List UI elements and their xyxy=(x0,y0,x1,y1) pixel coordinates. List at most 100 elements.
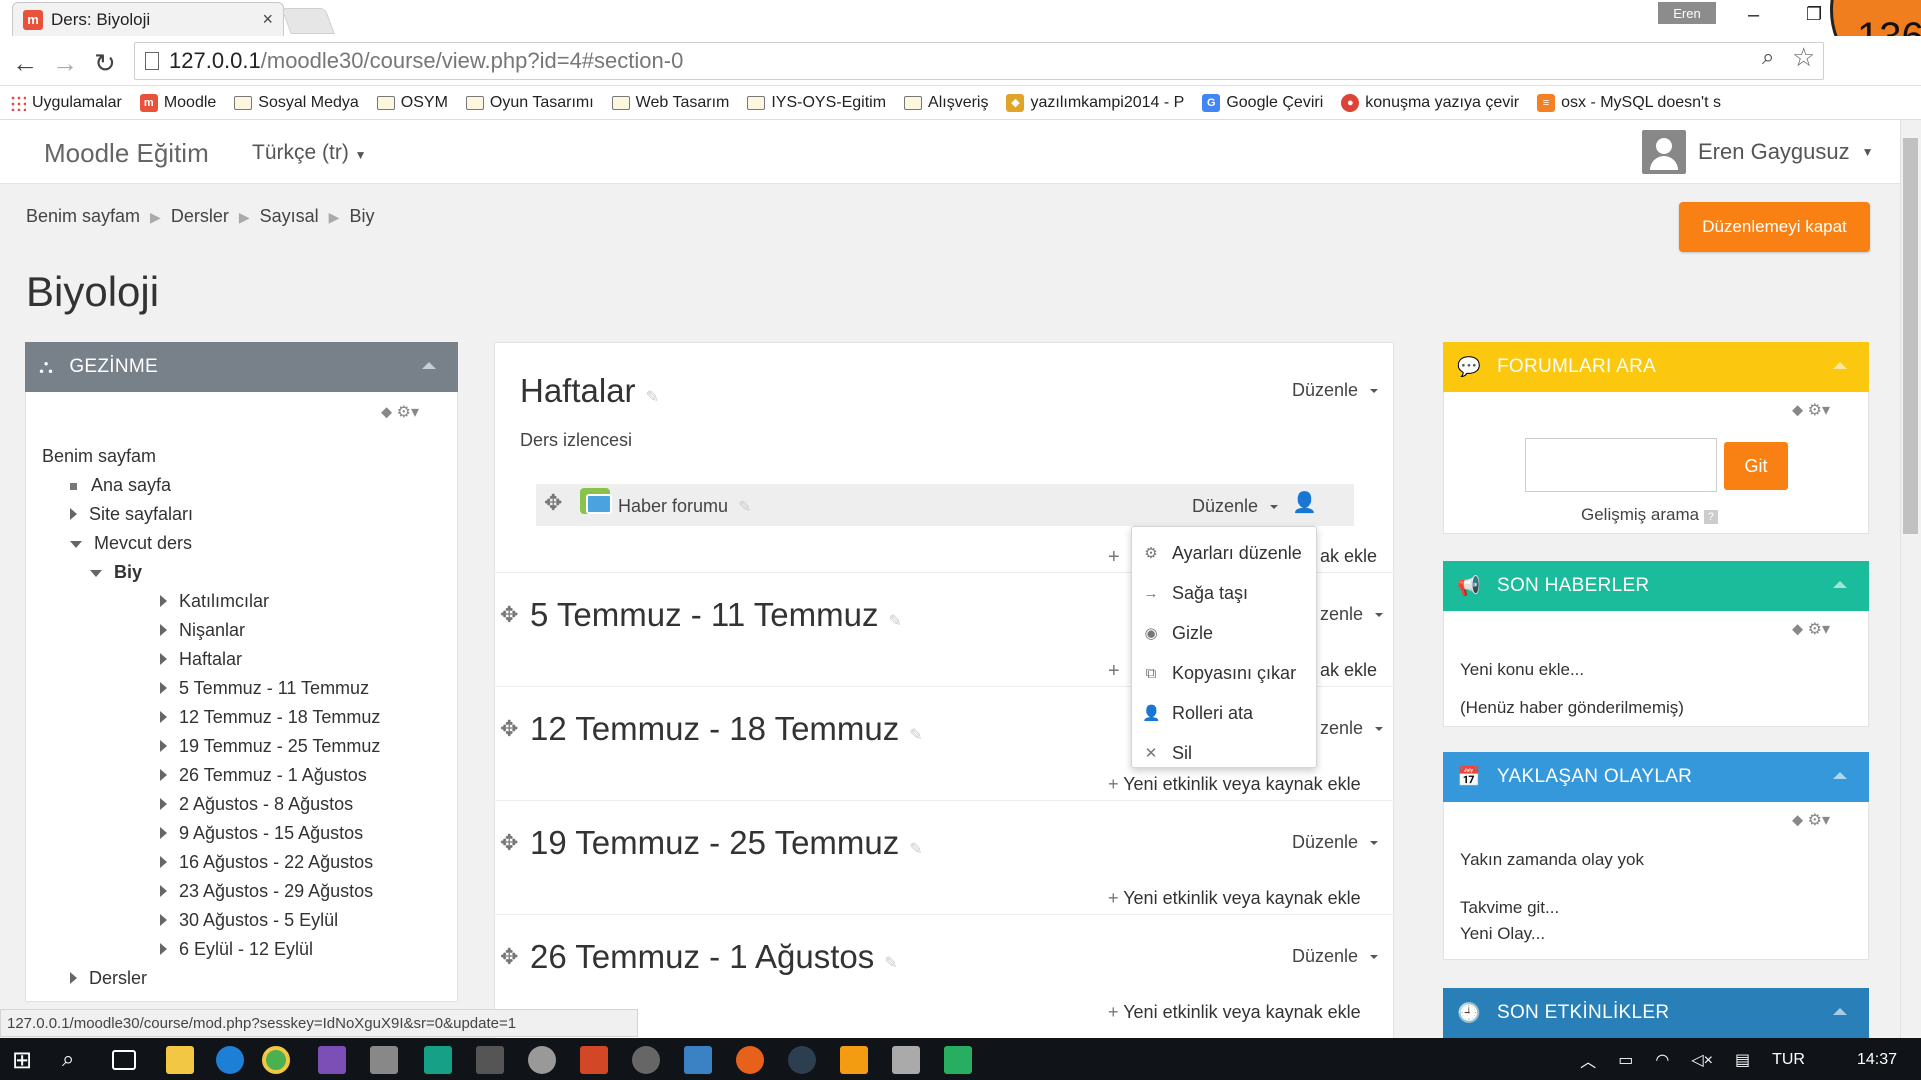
settings-icon[interactable] xyxy=(370,1046,398,1074)
tree-item[interactable]: Nişanlar xyxy=(42,616,380,645)
block-settings-icon[interactable]: ⬥ ⚙▾ xyxy=(1792,400,1830,420)
breadcrumb-item[interactable]: Biy xyxy=(349,206,374,228)
pencil-icon[interactable]: ✎ xyxy=(646,389,659,406)
address-bar[interactable]: 127.0.0.1/moodle30/course/view.php?id=4#… xyxy=(134,42,1824,80)
tab-close-icon[interactable]: × xyxy=(262,9,273,30)
tree-item[interactable]: Haftalar xyxy=(42,645,380,674)
forum-link[interactable]: Haber forumu ✎ xyxy=(618,496,751,517)
app-icon[interactable] xyxy=(840,1046,868,1074)
tree-item[interactable]: 19 Temmuz - 25 Temmuz xyxy=(42,732,380,761)
bookmark-yazilimkampi[interactable]: ◆ yazılımkampi2014 - P xyxy=(1006,93,1184,112)
breadcrumb-item[interactable]: Benim sayfam xyxy=(26,206,140,228)
bookmark-star-icon[interactable]: ☆ xyxy=(1792,42,1815,73)
tree-item[interactable]: Dersler xyxy=(42,964,380,993)
clock[interactable]: 14:37 xyxy=(1857,1051,1897,1069)
app-icon[interactable] xyxy=(476,1046,504,1074)
add-activity-link[interactable]: ak ekle xyxy=(1320,660,1377,681)
move-icon[interactable]: ✥ xyxy=(500,602,518,628)
zoom-icon[interactable]: ⌕ xyxy=(1762,44,1774,70)
scrollbar-thumb[interactable] xyxy=(1903,138,1918,534)
forward-arrow-icon[interactable]: → xyxy=(52,48,78,79)
app-icon[interactable] xyxy=(424,1046,452,1074)
move-block-icon[interactable]: ⬥ ⚙▾ xyxy=(381,402,419,422)
battery-icon[interactable]: ▭ xyxy=(1618,1050,1633,1070)
tree-item[interactable]: 6 Eylül - 12 Eylül xyxy=(42,935,380,964)
move-icon[interactable]: ✥ xyxy=(544,490,562,516)
recent-activity-block-header[interactable]: 🕘 SON ETKİNLİKLER xyxy=(1443,988,1869,1038)
app-icon[interactable] xyxy=(528,1046,556,1074)
breadcrumb-item[interactable]: Sayısal xyxy=(260,206,319,228)
windows-start-icon[interactable]: ⊞ xyxy=(12,1046,40,1074)
plus-icon[interactable]: + xyxy=(1108,546,1120,569)
app-icon[interactable] xyxy=(892,1046,920,1074)
site-brand[interactable]: Moodle Eğitim xyxy=(44,138,209,169)
task-view-icon[interactable] xyxy=(112,1050,136,1070)
bookmark-apps[interactable]: Uygulamalar xyxy=(10,94,122,112)
language-menu[interactable]: Türkçe (tr) ▼ xyxy=(252,141,367,165)
menu-item-move-right[interactable]: → Sağa taşı xyxy=(1132,573,1316,613)
back-arrow-icon[interactable]: ← xyxy=(12,48,38,79)
volume-icon[interactable]: ◁× xyxy=(1691,1050,1713,1070)
menu-item-edit-settings[interactable]: ⚙ Ayarları düzenle xyxy=(1132,533,1316,573)
new-event-link[interactable]: Yeni Olay... xyxy=(1460,924,1545,944)
forum-search-input[interactable] xyxy=(1525,438,1717,492)
file-explorer-icon[interactable] xyxy=(166,1046,194,1074)
browser-profile[interactable]: Eren xyxy=(1658,2,1716,24)
tree-item[interactable]: 16 Ağustos - 22 Ağustos xyxy=(42,848,380,877)
menu-item-assign-roles[interactable]: 👤 Rolleri ata xyxy=(1132,693,1316,733)
input-language[interactable]: TUR xyxy=(1772,1051,1805,1069)
help-icon[interactable]: ? xyxy=(1703,510,1718,524)
browser-tab[interactable]: m Ders: Biyoloji × xyxy=(12,2,284,36)
go-button[interactable]: Git xyxy=(1724,442,1788,490)
add-activity-link[interactable]: + Yeni etkinlik veya kaynak ekle xyxy=(1108,888,1361,909)
steam-icon[interactable] xyxy=(788,1046,816,1074)
collapse-icon[interactable] xyxy=(1833,362,1847,369)
tree-item[interactable]: 2 Ağustos - 8 Ağustos xyxy=(42,790,380,819)
move-icon[interactable]: ✥ xyxy=(500,830,518,856)
block-settings-icon[interactable]: ⬥ ⚙▾ xyxy=(1792,619,1830,639)
collapse-icon[interactable] xyxy=(1833,772,1847,779)
breadcrumb-item[interactable]: Dersler xyxy=(171,206,229,228)
plus-icon[interactable]: + xyxy=(1108,660,1120,683)
upcoming-events-block-header[interactable]: 📅 YAKLAŞAN OLAYLAR xyxy=(1443,752,1869,802)
pencil-icon[interactable]: ✎ xyxy=(909,727,922,744)
minimize-icon[interactable]: – xyxy=(1748,4,1759,27)
move-icon[interactable]: ✥ xyxy=(500,716,518,742)
bookmark-google-translate[interactable]: G Google Çeviri xyxy=(1202,93,1323,112)
search-icon[interactable]: ⌕ xyxy=(62,1046,90,1074)
tree-item[interactable]: 12 Temmuz - 18 Temmuz xyxy=(42,703,380,732)
pencil-icon[interactable]: ✎ xyxy=(884,955,897,972)
go-to-calendar-link[interactable]: Takvime git... xyxy=(1460,898,1559,918)
bookmark-folder[interactable]: OSYM xyxy=(376,94,448,112)
powerpoint-icon[interactable] xyxy=(580,1046,608,1074)
visual-studio-icon[interactable] xyxy=(318,1046,346,1074)
collapse-icon[interactable] xyxy=(422,362,436,369)
tree-item[interactable]: 5 Temmuz - 11 Temmuz xyxy=(42,674,380,703)
advanced-search-link[interactable]: Gelişmiş arama ? xyxy=(1581,505,1718,525)
bookmark-folder[interactable]: Web Tasarım xyxy=(611,94,729,112)
bookmark-folder[interactable]: Alışveriş xyxy=(904,94,988,112)
reload-icon[interactable]: ↻ xyxy=(94,48,116,79)
tree-item[interactable]: Biy xyxy=(42,558,380,587)
tree-item[interactable]: Site sayfaları xyxy=(42,500,380,529)
turn-editing-off-button[interactable]: Düzenlemeyi kapat xyxy=(1679,202,1870,252)
bookmark-folder[interactable]: Oyun Tasarımı xyxy=(465,94,594,112)
pencil-icon[interactable]: ✎ xyxy=(738,499,751,516)
menu-item-hide[interactable]: ◉ Gizle xyxy=(1132,613,1316,653)
menu-item-duplicate[interactable]: ⧉ Kopyasını çıkar xyxy=(1132,653,1316,693)
chrome-icon[interactable] xyxy=(262,1046,290,1074)
tree-item[interactable]: Mevcut ders xyxy=(42,529,380,558)
maximize-icon[interactable]: ❐ xyxy=(1806,4,1822,25)
navigation-block-header[interactable]: ⛬ GEZİNME xyxy=(25,342,458,392)
tree-item[interactable]: Katılımcılar xyxy=(42,587,380,616)
wifi-icon[interactable]: ◠ xyxy=(1655,1050,1669,1070)
activity-edit-menu[interactable]: Düzenle xyxy=(1192,496,1278,517)
pencil-icon[interactable]: ✎ xyxy=(888,613,901,630)
new-tab-button[interactable] xyxy=(281,8,335,34)
app-icon[interactable] xyxy=(632,1046,660,1074)
tree-item[interactable]: 26 Temmuz - 1 Ağustos xyxy=(42,761,380,790)
collapse-icon[interactable] xyxy=(1833,1008,1847,1015)
section-edit-menu[interactable]: Düzenle xyxy=(1292,832,1378,853)
bookmark-folder[interactable]: IYS-OYS-Egitim xyxy=(747,94,886,112)
app-icon[interactable] xyxy=(944,1046,972,1074)
